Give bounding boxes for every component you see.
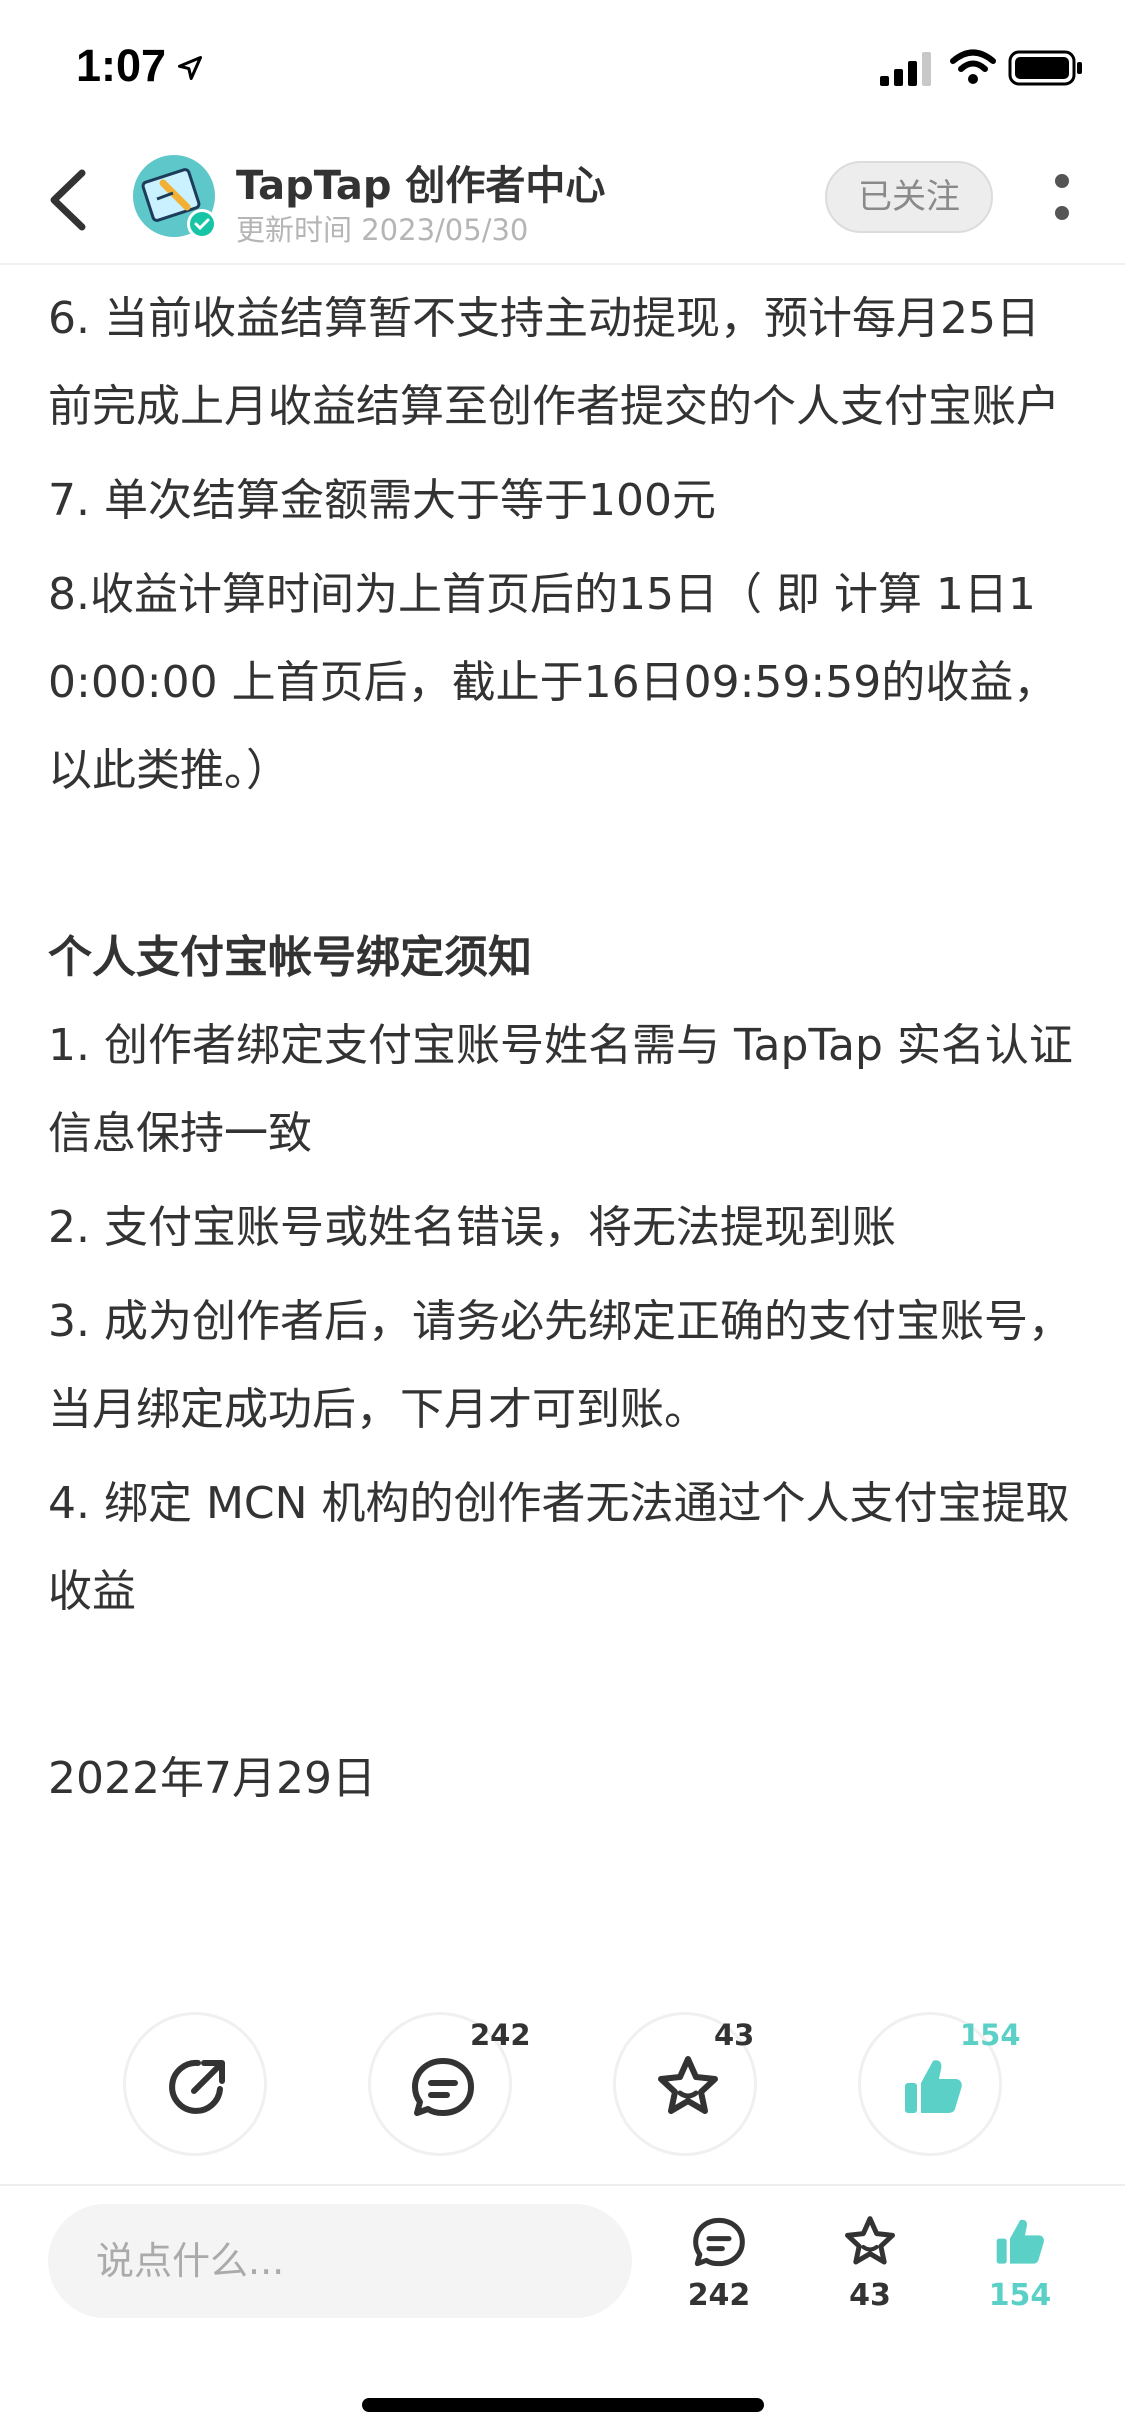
share-button[interactable] xyxy=(123,2012,267,2156)
comment-icon xyxy=(693,2217,745,2267)
follow-button[interactable]: 已关注 xyxy=(825,161,993,233)
thumbs-up-icon xyxy=(905,2060,962,2113)
article-paragraph: 1. 创作者绑定支付宝账号姓名需与 TapTap 实名认证信息保持一致 xyxy=(48,1020,1073,1159)
article-body: 6. 当前收益结算暂不支持主动提现，预计每月25日前完成上月收益结算至创作者提交… xyxy=(48,275,1078,1823)
battery-icon xyxy=(1008,50,1082,86)
location-arrow-icon xyxy=(177,55,203,81)
bottom-comment-button[interactable]: 242 xyxy=(664,2212,774,2322)
bottom-comment-count: 242 xyxy=(687,2278,751,2313)
channel-name[interactable]: TapTap 创作者中心 xyxy=(236,153,605,211)
article-paragraph: 7. 单次结算金额需大于等于100元 xyxy=(48,475,716,526)
star-icon xyxy=(658,2056,718,2114)
bottom-favorite-button[interactable]: 43 xyxy=(815,2212,925,2322)
article-paragraph: 4. 绑定 MCN 机构的创作者无法通过个人支付宝提取收益 xyxy=(48,1478,1070,1617)
thumbs-up-icon xyxy=(996,2219,1044,2264)
article-date: 2022年7月29日 xyxy=(48,1753,376,1804)
like-count: 154 xyxy=(960,2018,1021,2052)
status-time: 1:07 xyxy=(76,40,167,91)
status-bar: 1:07 xyxy=(0,0,1125,135)
bottom-like-count: 154 xyxy=(988,2278,1052,2313)
wifi-icon xyxy=(950,49,996,84)
back-arrow-icon[interactable] xyxy=(40,165,100,235)
bottom-favorite-count: 43 xyxy=(849,2278,891,2313)
article-paragraph: 3. 成为创作者后，请务必先绑定正确的支付宝账号，当月绑定成功后，下月才可到账。 xyxy=(48,1296,1072,1435)
article-paragraph: 2. 支付宝账号或姓名错误，将无法提现到账 xyxy=(48,1202,896,1253)
comment-count: 242 xyxy=(470,2018,531,2052)
update-time: 更新时间 2023/05/30 xyxy=(236,213,529,247)
article-paragraph: 8.收益计算时间为上首页后的15日（ 即 计算 1日10:00:00 上首页后，… xyxy=(48,569,1058,796)
bottom-like-button[interactable]: 154 xyxy=(965,2212,1075,2322)
verified-badge xyxy=(187,209,217,239)
signal-icon xyxy=(880,52,931,86)
star-icon xyxy=(845,2216,895,2265)
share-icon xyxy=(169,2059,225,2114)
more-dots-icon[interactable] xyxy=(1046,169,1078,229)
comment-input[interactable]: 说点什么... xyxy=(48,2204,632,2318)
favorite-count: 43 xyxy=(714,2018,755,2052)
comment-icon xyxy=(412,2058,474,2116)
home-indicator xyxy=(362,2398,764,2412)
article-paragraph: 6. 当前收益结算暂不支持主动提现，预计每月25日前完成上月收益结算至创作者提交… xyxy=(48,293,1060,432)
channel-header: TapTap 创作者中心 更新时间 2023/05/30 已关注 xyxy=(0,135,1125,265)
channel-avatar[interactable] xyxy=(133,155,217,239)
article-actions: 242 43 154 xyxy=(0,2012,1125,2162)
check-icon xyxy=(194,218,210,231)
section-heading: 个人支付宝帐号绑定须知 xyxy=(48,932,532,983)
